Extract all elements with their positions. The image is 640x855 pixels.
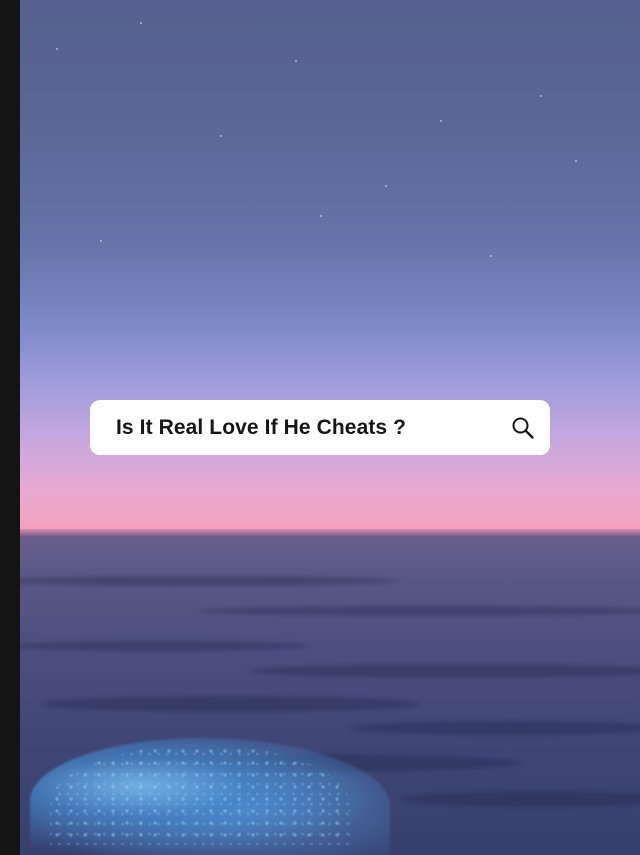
star — [100, 240, 102, 242]
wave — [400, 791, 640, 807]
search-query-text[interactable]: Is It Real Love If He Cheats ? — [116, 416, 510, 440]
star — [56, 48, 58, 50]
star — [575, 160, 577, 162]
left-edge-strip — [0, 0, 20, 855]
video-frame: Is It Real Love If He Cheats ? — [0, 0, 640, 855]
search-bar[interactable]: Is It Real Love If He Cheats ? — [90, 400, 550, 455]
star — [440, 120, 442, 122]
wave — [350, 721, 640, 735]
star — [320, 215, 322, 217]
star — [385, 185, 387, 187]
wave — [250, 664, 640, 678]
star — [220, 135, 222, 137]
star — [490, 255, 492, 257]
wave — [20, 641, 310, 651]
wave — [200, 606, 640, 616]
wave — [20, 576, 400, 586]
star — [540, 95, 542, 97]
search-icon[interactable] — [510, 415, 536, 441]
wave — [40, 696, 420, 712]
star — [140, 22, 142, 24]
star — [295, 60, 297, 62]
